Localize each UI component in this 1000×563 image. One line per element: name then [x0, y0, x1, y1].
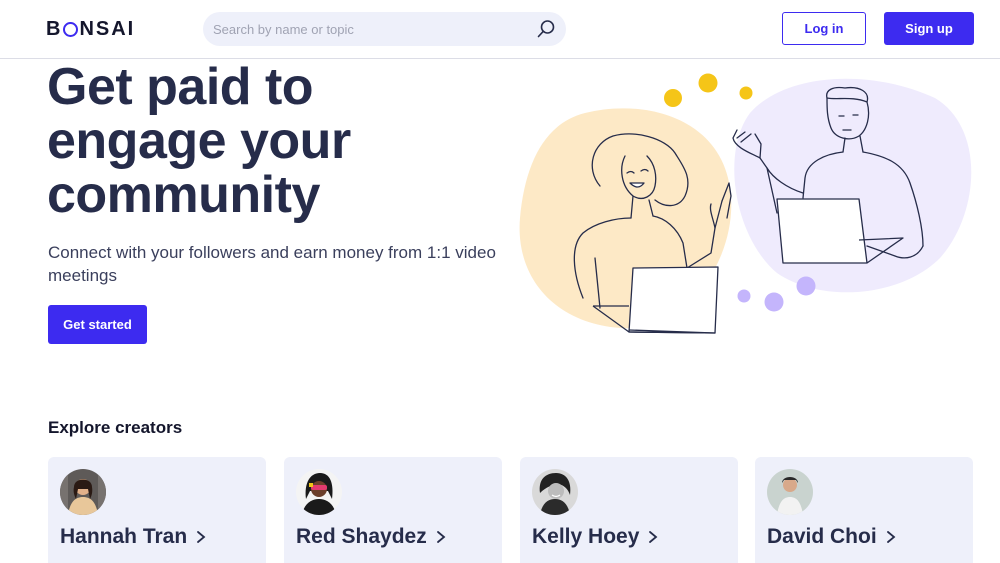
logo-o-ring-icon: [63, 22, 79, 37]
hero-title-line-2: engage your: [47, 112, 351, 170]
avatar: [296, 469, 342, 515]
purple-dot: [764, 292, 784, 312]
search-bar: [203, 12, 566, 46]
hero-title-line-1: Get paid to: [47, 58, 314, 116]
logo-letter-b: B: [46, 18, 63, 40]
creator-cards-row: Hannah Tran Red Shaydez Kelly Hoey David…: [48, 457, 973, 563]
purple-dot: [796, 276, 816, 296]
search-icon[interactable]: [536, 19, 556, 39]
chevron-right-icon: [649, 531, 658, 543]
hero-illustration: [519, 73, 972, 334]
get-started-button[interactable]: Get started: [48, 305, 147, 344]
creator-card-david-choi[interactable]: David Choi: [755, 457, 973, 563]
creator-name-text: Red Shaydez: [296, 525, 427, 548]
creator-name: Hannah Tran: [60, 525, 207, 549]
creator-name-text: David Choi: [767, 525, 877, 548]
purple-dot: [737, 289, 751, 303]
hero-title: Get paid to engage your community: [47, 60, 467, 222]
creator-name: Red Shaydez: [296, 525, 447, 549]
hero-subtitle: Connect with your followers and earn mon…: [48, 243, 496, 285]
logo-letters: NSAI: [79, 18, 136, 40]
bonsai-logo[interactable]: B NSAI: [46, 18, 135, 41]
chevron-right-icon: [886, 531, 896, 543]
signup-button[interactable]: Sign up: [884, 12, 974, 45]
search-input[interactable]: [203, 12, 503, 46]
hero-title-line-3: community: [47, 166, 320, 224]
yellow-dot: [739, 86, 753, 100]
yellow-dot: [698, 73, 718, 93]
avatar: [767, 469, 813, 515]
login-button[interactable]: Log in: [782, 12, 866, 45]
avatar: [532, 469, 578, 515]
avatar: [60, 469, 106, 515]
chevron-right-icon: [436, 531, 446, 543]
creator-name-text: Kelly Hoey: [532, 525, 640, 548]
creator-name: David Choi: [767, 525, 897, 549]
creator-card-red-shaydez[interactable]: Red Shaydez: [284, 457, 502, 563]
creator-card-kelly-hoey[interactable]: Kelly Hoey: [520, 457, 738, 563]
explore-creators-heading: Explore creators: [48, 418, 183, 437]
chevron-right-icon: [197, 531, 206, 543]
yellow-dot: [664, 89, 682, 107]
creator-card-hannah-tran[interactable]: Hannah Tran: [48, 457, 266, 563]
creator-name-text: Hannah Tran: [60, 525, 188, 548]
creator-name: Kelly Hoey: [532, 525, 659, 549]
top-navbar: B NSAI Log in Sign up: [0, 0, 1000, 59]
